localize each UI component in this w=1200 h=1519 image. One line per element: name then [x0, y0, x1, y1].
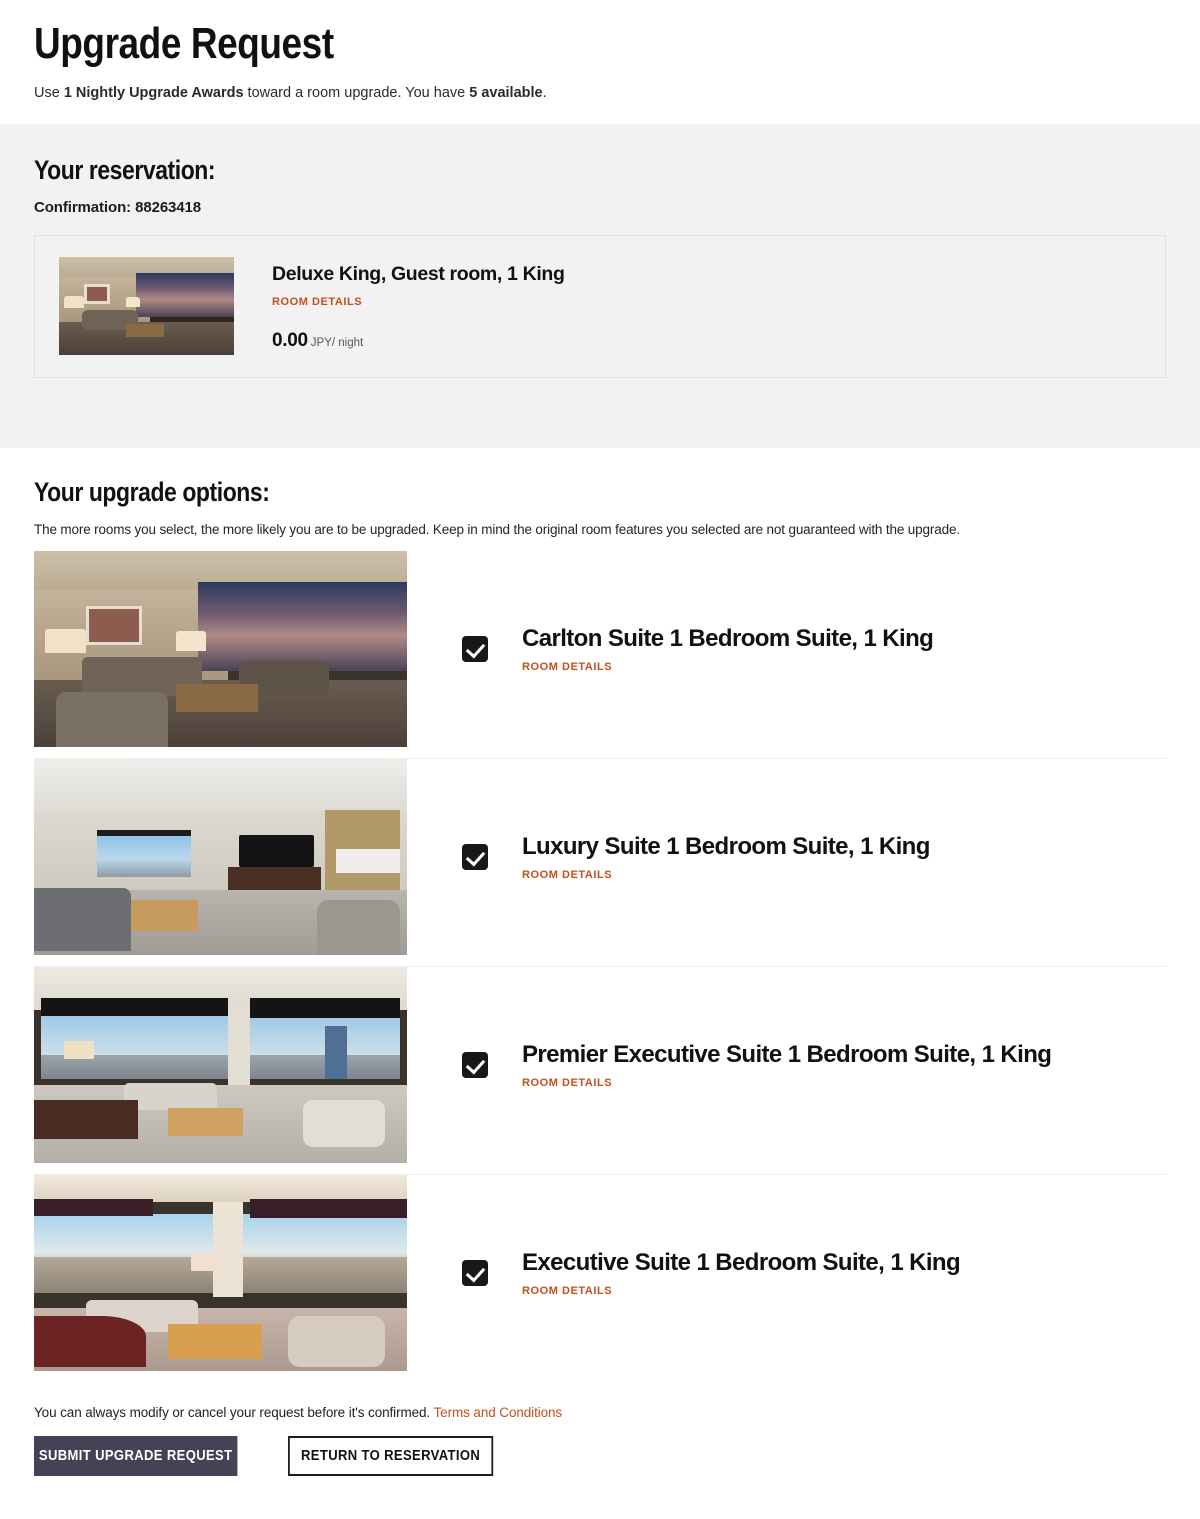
price-amount: 0.00	[272, 330, 308, 351]
upgrade-option-row[interactable]: Executive Suite 1 Bedroom Suite, 1 King …	[34, 1175, 1166, 1383]
option-checkbox-premier-executive-suite[interactable]	[462, 1052, 488, 1078]
subtitle-awards-count: 1 Nightly Upgrade Awards	[63, 85, 244, 101]
suite-photo-daylight-tv	[34, 759, 407, 955]
option-room-details-link[interactable]: ROOM DETAILS	[522, 869, 612, 881]
price-unit: JPY/ night	[310, 337, 364, 349]
subtitle-suffix: .	[542, 85, 547, 101]
subtitle-available-count: 5 available	[469, 85, 543, 101]
option-title: Carlton Suite 1 Bedroom Suite, 1 King	[522, 625, 934, 652]
return-to-reservation-button[interactable]: RETURN TO RESERVATION	[288, 1436, 494, 1476]
upgrade-option-row[interactable]: Premier Executive Suite 1 Bedroom Suite,…	[34, 967, 1166, 1175]
reservation-price: 0.00 JPY/ night	[272, 330, 565, 352]
reservation-section: Your reservation: Confirmation: 88263418…	[0, 124, 1200, 448]
reservation-heading: Your reservation:	[34, 155, 216, 185]
option-title: Premier Executive Suite 1 Bedroom Suite,…	[522, 1041, 1052, 1068]
option-checkbox-luxury-suite[interactable]	[462, 844, 488, 870]
upgrade-option-row[interactable]: Carlton Suite 1 Bedroom Suite, 1 King RO…	[34, 551, 1166, 759]
suite-photo-dusk-city-view	[34, 551, 407, 747]
footer-note: You can always modify or cancel your req…	[34, 1405, 1166, 1420]
subtitle-prefix: Use	[34, 85, 64, 101]
page-title: Upgrade Request	[34, 19, 334, 68]
option-room-details-link[interactable]: ROOM DETAILS	[522, 1285, 612, 1297]
option-checkbox-carlton-suite[interactable]	[462, 636, 488, 662]
room-photo-dusk-suite	[59, 257, 234, 355]
option-room-details-link[interactable]: ROOM DETAILS	[522, 661, 612, 673]
suite-photo-corner-panorama	[34, 967, 407, 1163]
option-room-details-link[interactable]: ROOM DETAILS	[522, 1077, 612, 1089]
upgrade-options-heading: Your upgrade options:	[34, 477, 270, 507]
page-subtitle: Use 1 Nightly Upgrade Awards toward a ro…	[34, 83, 1166, 103]
footer-buttons: SUBMIT UPGRADE REQUEST RETURN TO RESERVA…	[34, 1436, 1166, 1476]
option-title: Luxury Suite 1 Bedroom Suite, 1 King	[522, 833, 930, 860]
submit-upgrade-request-button[interactable]: SUBMIT UPGRADE REQUEST	[34, 1436, 238, 1476]
upgrade-options-list: Carlton Suite 1 Bedroom Suite, 1 King RO…	[34, 551, 1166, 1383]
option-thumbnail	[34, 1175, 407, 1371]
footer-note-text: You can always modify or cancel your req…	[34, 1405, 431, 1420]
page-header: Upgrade Request Use 1 Nightly Upgrade Aw…	[0, 0, 1200, 124]
option-thumbnail	[34, 551, 407, 747]
reservation-room-thumbnail	[59, 257, 234, 355]
suite-photo-warm-panorama	[34, 1175, 407, 1371]
reservation-card: Deluxe King, Guest room, 1 King ROOM DET…	[34, 235, 1166, 378]
confirmation-number: Confirmation: 88263418	[34, 199, 202, 216]
upgrade-options-section: Your upgrade options: The more rooms you…	[0, 448, 1200, 1383]
footer-section: You can always modify or cancel your req…	[0, 1383, 1200, 1476]
reservation-details: Deluxe King, Guest room, 1 King ROOM DET…	[272, 257, 565, 352]
reservation-room-name: Deluxe King, Guest room, 1 King	[272, 263, 565, 285]
option-checkbox-executive-suite[interactable]	[462, 1260, 488, 1286]
option-thumbnail	[34, 967, 407, 1163]
option-title: Executive Suite 1 Bedroom Suite, 1 King	[522, 1249, 961, 1276]
reservation-room-details-link[interactable]: ROOM DETAILS	[272, 296, 362, 308]
terms-and-conditions-link[interactable]: Terms and Conditions	[434, 1405, 563, 1420]
upgrade-options-note: The more rooms you select, the more like…	[34, 522, 960, 537]
upgrade-option-row[interactable]: Luxury Suite 1 Bedroom Suite, 1 King ROO…	[34, 759, 1166, 967]
option-thumbnail	[34, 759, 407, 955]
subtitle-middle: toward a room upgrade. You have	[243, 85, 470, 101]
